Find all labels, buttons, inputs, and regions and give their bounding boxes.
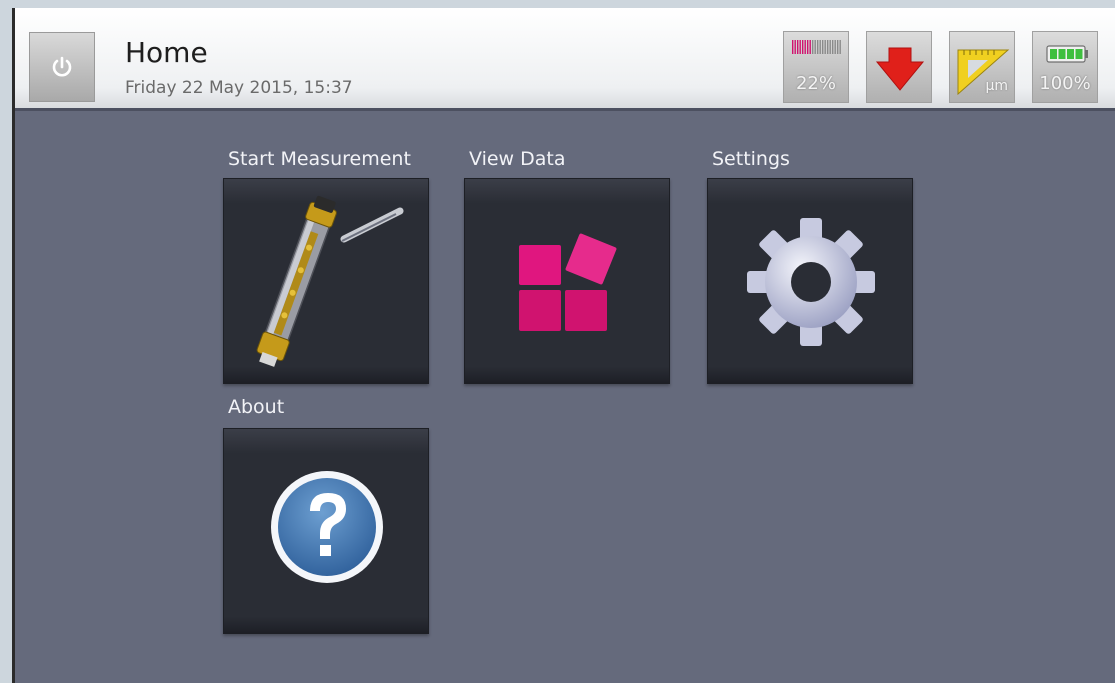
tile-label-view-data: View Data: [469, 148, 566, 170]
storage-status-button[interactable]: 22%: [783, 31, 849, 103]
data-blocks-icon: [519, 233, 617, 331]
tile-label-settings: Settings: [712, 148, 790, 170]
tile-label-about: About: [228, 396, 285, 418]
power-button[interactable]: [29, 32, 95, 102]
battery-percent: 100%: [1039, 73, 1091, 94]
help-icon: [271, 471, 383, 583]
units-button[interactable]: µm: [949, 31, 1015, 103]
probe-icon: [256, 195, 404, 367]
storage-percent: 22%: [795, 73, 836, 94]
battery-status-button[interactable]: 100%: [1032, 31, 1098, 103]
date-time: Friday 22 May 2015, 15:37: [125, 78, 353, 98]
view-data-tile[interactable]: [464, 178, 670, 384]
unit-label: µm: [985, 78, 1008, 94]
start-measurement-tile[interactable]: [223, 178, 429, 384]
down-arrow-icon: [875, 47, 925, 91]
gear-icon: [747, 218, 875, 346]
app-screen: Home Friday 22 May 2015, 15:37 22% µm 10…: [12, 8, 1115, 683]
about-tile[interactable]: [223, 428, 429, 634]
tile-label-start-measurement: Start Measurement: [228, 148, 411, 170]
download-button[interactable]: [866, 31, 932, 103]
power-icon: [52, 56, 72, 77]
battery-icon: [1046, 45, 1088, 63]
settings-tile[interactable]: [707, 178, 913, 384]
header-bar: Home Friday 22 May 2015, 15:37 22% µm 10…: [15, 8, 1115, 111]
storage-bar-icon: [792, 40, 841, 54]
page-title: Home: [125, 36, 208, 69]
